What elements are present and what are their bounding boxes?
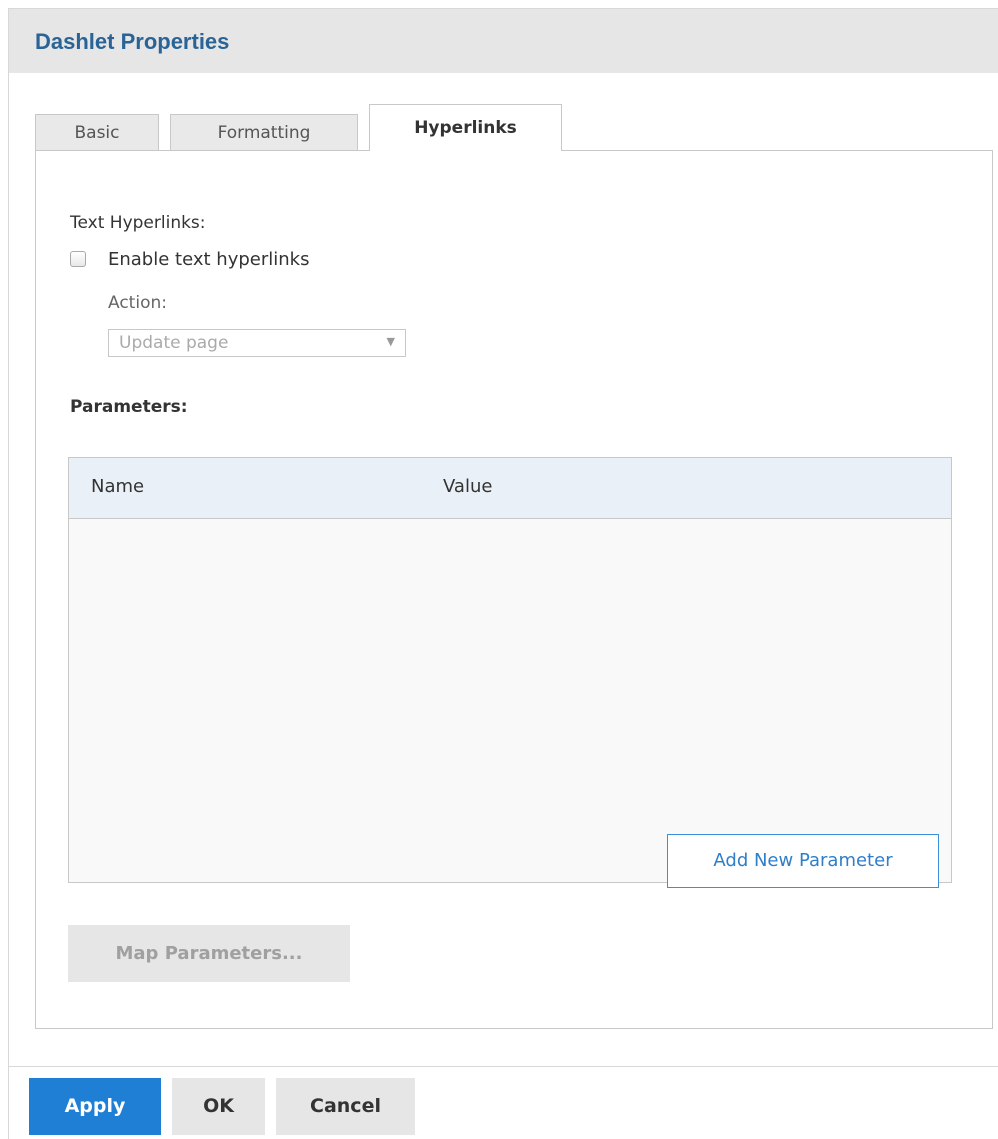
- apply-button[interactable]: Apply: [29, 1078, 161, 1135]
- dialog-header: Dashlet Properties: [9, 9, 998, 73]
- action-select-value: Update page: [119, 333, 229, 353]
- dialog-title: Dashlet Properties: [35, 29, 230, 54]
- enable-text-hyperlinks-checkbox[interactable]: [70, 251, 86, 267]
- column-header-value: Value: [443, 476, 493, 497]
- action-select[interactable]: Update page ▼: [108, 329, 406, 357]
- add-new-parameter-button[interactable]: Add New Parameter: [667, 834, 939, 888]
- tab-formatting[interactable]: Formatting: [170, 114, 358, 150]
- parameters-table: Name Value Add New Parameter: [68, 457, 952, 888]
- chevron-down-icon: ▼: [386, 335, 395, 348]
- column-header-name: Name: [91, 476, 145, 497]
- parameters-label: Parameters:: [70, 397, 188, 417]
- text-hyperlinks-label: Text Hyperlinks:: [70, 213, 206, 233]
- parameters-table-header: Name Value: [69, 458, 951, 519]
- footer-divider: [9, 1066, 998, 1067]
- action-label: Action:: [108, 293, 167, 313]
- dashlet-properties-dialog: Dashlet Properties Basic Formatting Hype…: [8, 8, 998, 1139]
- ok-button[interactable]: OK: [172, 1078, 265, 1135]
- hyperlinks-tab-panel: Text Hyperlinks: Enable text hyperlinks …: [35, 150, 993, 1029]
- cancel-button[interactable]: Cancel: [276, 1078, 415, 1135]
- map-parameters-button[interactable]: Map Parameters...: [68, 925, 350, 982]
- tab-hyperlinks[interactable]: Hyperlinks: [369, 104, 562, 151]
- tab-basic[interactable]: Basic: [35, 114, 159, 150]
- enable-text-hyperlinks-label[interactable]: Enable text hyperlinks: [108, 249, 309, 270]
